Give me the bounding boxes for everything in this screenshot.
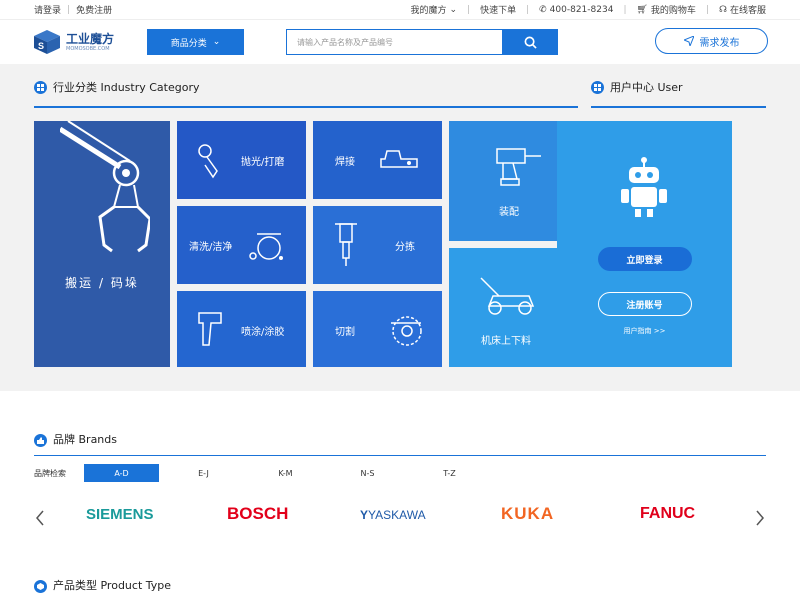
divider: | [623, 4, 627, 15]
tile-label: 机床上下料 [481, 336, 531, 347]
product-type-header: 产品类型 Product Type [34, 552, 766, 600]
online-service-link[interactable]: ☊ 在线客服 [718, 3, 766, 17]
brands-title: 品牌 Brands [53, 433, 117, 446]
chevron-down-icon: ⌄ [449, 4, 458, 15]
tile-label: 装配 [499, 207, 519, 218]
product-type-title: 产品类型 Product Type [53, 579, 172, 592]
headset-icon: ☊ [718, 4, 727, 15]
cart-link[interactable]: 🛒︎ 我的购物车 [636, 3, 696, 17]
demand-publish-button[interactable]: 需求发布 [655, 28, 768, 54]
cube-logo-icon: S [32, 29, 62, 55]
brand-logo-bosch[interactable]: BOSCH [227, 504, 288, 524]
brand-tab-k-m[interactable]: K-M [248, 464, 323, 482]
brand-tab-e-j[interactable]: E-J [166, 464, 241, 482]
search-icon [524, 36, 537, 49]
tile-handling-palletizing[interactable]: 搬运 / 码垛 [34, 121, 170, 367]
brand-carousel: SIEMENS BOSCH YYASKAWA KUKA FANUC [34, 490, 766, 552]
brands-header: 品牌 Brands [34, 391, 766, 456]
yaskawa-mark-icon: Y [360, 508, 369, 522]
industry-section: 行业分类 Industry Category 用户中心 User 搬运 / 码垛 [0, 64, 800, 391]
user-center-panel: 立即登录 注册账号 用户指南 >> [557, 121, 732, 367]
brand-filter-label: 品牌检索 [34, 468, 66, 478]
industry-title: 行业分类 Industry Category [53, 81, 200, 94]
chevron-down-icon: ⌄ [212, 37, 221, 47]
user-center-title: 用户中心 User [610, 81, 683, 94]
robot-mascot-icon [621, 157, 667, 217]
search-bar: 请输入产品名称及产品编号 [286, 29, 558, 55]
grid-icon [591, 80, 604, 94]
logo-subtext: MOMOSOBE.COM [66, 45, 110, 52]
robot-gripper-icon [60, 121, 150, 253]
divider: | [705, 4, 709, 15]
divider: | [67, 4, 71, 15]
tile-cleaning[interactable]: 清洗/洁净 [177, 206, 306, 284]
brands-section: 品牌 Brands 品牌检索 A-D E-J K-M N-S T-Z SIEME… [0, 391, 800, 552]
my-mofang-menu[interactable]: 我的魔方 ⌄ [410, 3, 458, 17]
tile-label: 切割 [335, 327, 355, 338]
cube-icon [34, 580, 47, 593]
brand-logo-yaskawa-text: YASKAWA [368, 508, 426, 522]
site-logo[interactable]: S 工业魔方 MOMOSOBE.COM [32, 29, 145, 55]
divider: | [526, 4, 530, 15]
brand-tab-n-s[interactable]: N-S [330, 464, 405, 482]
phone-info: ✆ 400-821-8234 [539, 5, 613, 15]
demand-label: 需求发布 [699, 37, 740, 49]
tile-sorting[interactable]: 分拣 [313, 206, 442, 284]
tile-label: 分拣 [395, 242, 415, 253]
tile-label: 焊接 [335, 157, 355, 168]
welder-icon [380, 150, 418, 168]
spray-gun-icon [198, 312, 222, 346]
user-guide-link[interactable]: 用户指南 >> [624, 326, 666, 336]
search-button[interactable] [503, 29, 558, 55]
tile-label: 搬运 / 码垛 [65, 276, 139, 290]
jackhammer-icon [335, 223, 357, 266]
login-button[interactable]: 立即登录 [597, 247, 692, 271]
product-type-section: 产品类型 Product Type [0, 552, 800, 600]
industry-header: 行业分类 Industry Category [34, 64, 578, 108]
category-label: 商品分类 [170, 38, 207, 49]
cart-label: 我的购物车 [650, 6, 696, 16]
tile-label: 清洗/洁净 [189, 242, 233, 253]
logo-text: 工业魔方 [66, 31, 115, 46]
divider: | [467, 4, 471, 15]
header: S 工业魔方 MOMOSOBE.COM 商品分类 ⌄ 请输入产品名称及产品编号 … [0, 20, 800, 64]
send-icon [683, 36, 694, 46]
my-mofang-label: 我的魔方 [410, 6, 447, 16]
grid-icon [34, 80, 47, 94]
chevron-right-icon[interactable] [754, 508, 766, 528]
chevron-left-icon[interactable] [34, 508, 46, 528]
tile-cutting[interactable]: 切割 [313, 291, 442, 367]
compressor-icon [249, 233, 283, 260]
register-button[interactable]: 注册账号 [597, 292, 692, 316]
top-bar: 请登录 | 免费注册 我的魔方 ⌄ | 快速下单 | ✆ 400-821-8234 … [0, 0, 800, 20]
brand-logo-yaskawa[interactable]: YYASKAWA [360, 508, 426, 522]
quick-order-link[interactable]: 快速下单 [480, 3, 516, 16]
phone-icon: ✆ [539, 4, 547, 15]
tile-welding[interactable]: 焊接 [313, 121, 442, 199]
service-label: 在线客服 [729, 6, 766, 16]
thumbs-up-icon [34, 434, 47, 447]
brand-tab-a-d[interactable]: A-D [84, 464, 159, 482]
tile-spraying[interactable]: 喷涂/涂胶 [177, 291, 306, 367]
brand-logo-siemens[interactable]: SIEMENS [86, 506, 154, 523]
drill-icon [496, 148, 541, 186]
login-link[interactable]: 请登录 [34, 3, 61, 16]
tile-label: 抛光/打磨 [241, 157, 285, 168]
brand-filter: 品牌检索 A-D E-J K-M N-S T-Z [34, 456, 766, 490]
phone-number: 400-821-8234 [549, 4, 614, 15]
tile-label: 喷涂/涂胶 [241, 327, 285, 338]
svg-text:S: S [38, 41, 44, 51]
lawnmower-icon [480, 277, 535, 315]
circular-saw-icon [391, 316, 422, 346]
brand-tab-t-z[interactable]: T-Z [412, 464, 487, 482]
tile-polishing[interactable]: 抛光/打磨 [177, 121, 306, 199]
grinder-icon [198, 144, 218, 179]
search-input[interactable]: 请输入产品名称及产品编号 [286, 29, 503, 55]
brand-logo-kuka[interactable]: KUKA [501, 504, 554, 524]
user-center-header: 用户中心 User [591, 64, 766, 108]
cart-icon: 🛒︎ [636, 4, 648, 15]
register-link[interactable]: 免费注册 [76, 3, 112, 16]
category-dropdown-button[interactable]: 商品分类 ⌄ [147, 29, 244, 55]
brand-logo-fanuc[interactable]: FANUC [640, 505, 695, 523]
